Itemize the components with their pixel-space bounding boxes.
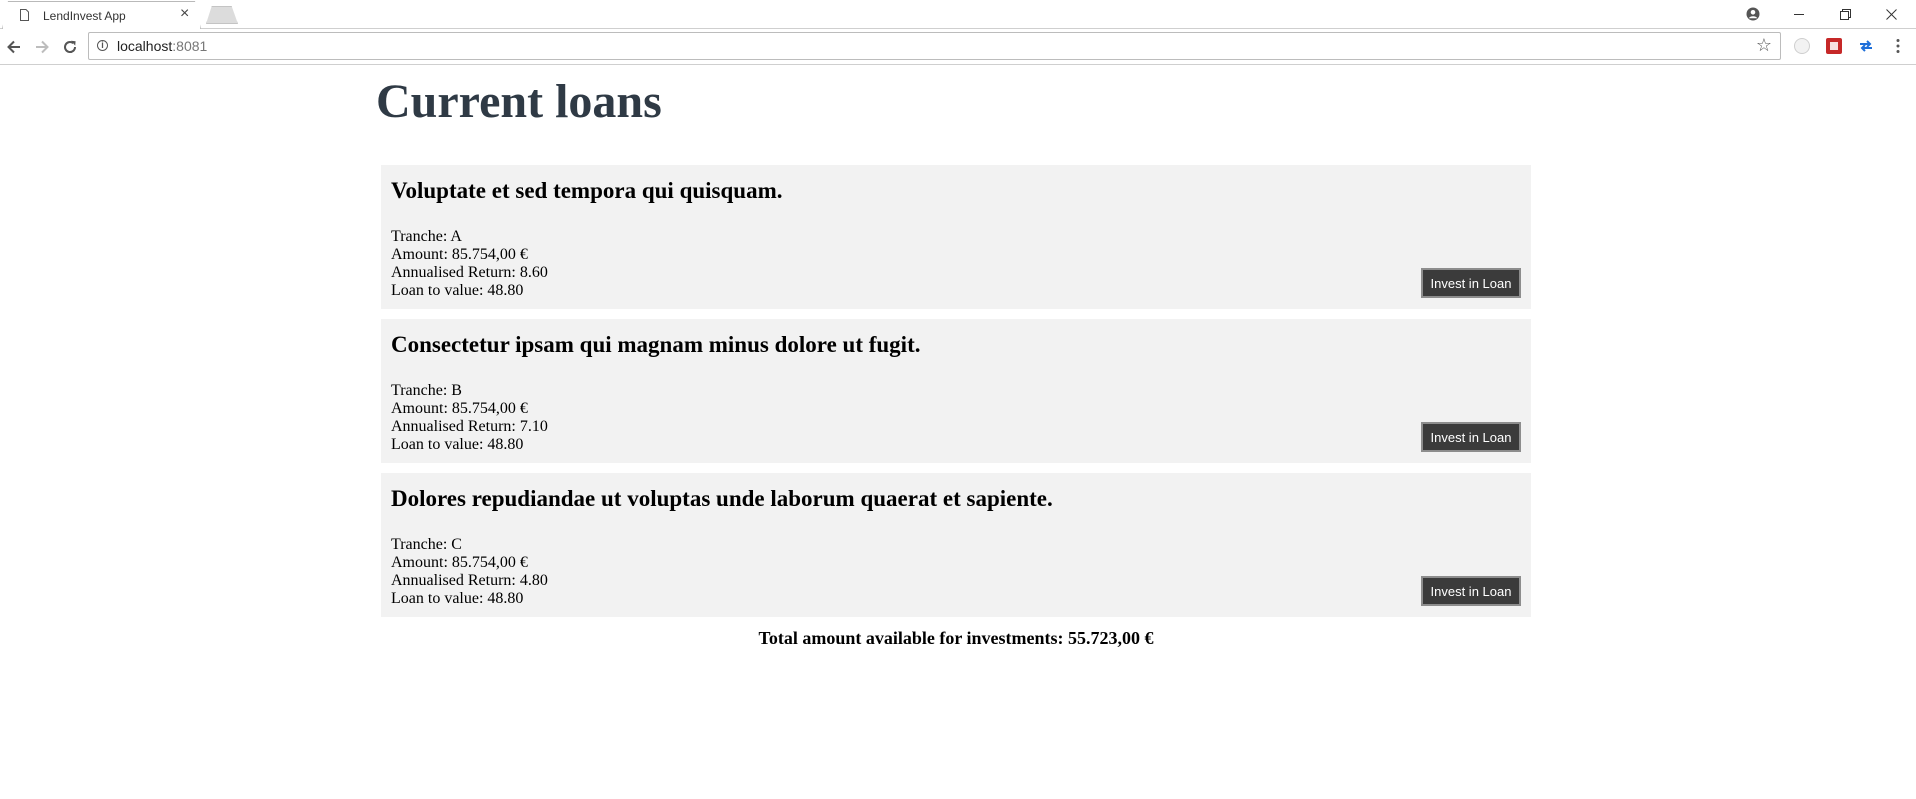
info-icon[interactable]: i	[97, 40, 108, 51]
loan-details: Tranche: A Amount: 85.754,00 € Annualise…	[391, 228, 548, 300]
loan-amount: Amount: 85.754,00 €	[391, 246, 528, 263]
loan-card: Voluptate et sed tempora qui quisquam. T…	[381, 165, 1531, 309]
browser-tab-bar: LendInvest App ×	[0, 0, 1916, 29]
loan-card: Consectetur ipsam qui magnam minus dolor…	[381, 319, 1531, 463]
browser-tab[interactable]: LendInvest App ×	[2, 1, 201, 29]
page-icon	[20, 9, 29, 21]
forward-button[interactable]	[31, 36, 53, 58]
loan-title: Dolores repudiandae ut voluptas unde lab…	[391, 486, 1053, 511]
arrow-left-icon	[7, 40, 20, 54]
back-button[interactable]	[3, 36, 25, 58]
browser-toolbar: i localhost:8081 ☆	[0, 29, 1916, 65]
loan-to-value: Loan to value: 48.80	[391, 282, 524, 299]
invest-in-loan-button[interactable]: Invest in Loan	[1421, 268, 1521, 298]
tab-close-icon[interactable]: ×	[180, 6, 189, 22]
loan-details: Tranche: B Amount: 85.754,00 € Annualise…	[391, 382, 548, 454]
loan-list: Voluptate et sed tempora qui quisquam. T…	[381, 165, 1531, 627]
loan-details: Tranche: C Amount: 85.754,00 € Annualise…	[391, 536, 548, 608]
arrow-right-icon	[36, 40, 49, 54]
loan-amount: Amount: 85.754,00 €	[391, 554, 528, 571]
minimize-window-button[interactable]	[1779, 3, 1819, 25]
extension-blue-icon[interactable]	[1857, 37, 1875, 55]
loan-annualised-return: Annualised Return: 7.10	[391, 418, 548, 435]
reload-icon	[64, 40, 77, 53]
loan-tranche: Tranche: B	[391, 382, 462, 399]
loan-tranche: Tranche: C	[391, 536, 462, 553]
loan-to-value: Loan to value: 48.80	[391, 436, 524, 453]
page-title: Current loans	[376, 75, 662, 128]
loan-title: Voluptate et sed tempora qui quisquam.	[391, 178, 783, 203]
loan-annualised-return: Annualised Return: 4.80	[391, 572, 548, 589]
url-text: localhost:8081	[117, 38, 208, 54]
restore-window-button[interactable]	[1825, 3, 1865, 25]
loan-annualised-return: Annualised Return: 8.60	[391, 264, 548, 281]
loan-tranche: Tranche: A	[391, 228, 462, 245]
invest-in-loan-button[interactable]: Invest in Loan	[1421, 422, 1521, 452]
close-window-button[interactable]	[1871, 3, 1911, 25]
total-available-amount: Total amount available for investments: …	[758, 628, 1154, 648]
kebab-menu-icon[interactable]	[1889, 37, 1907, 55]
extension-red-icon[interactable]	[1825, 37, 1843, 55]
loan-card: Dolores repudiandae ut voluptas unde lab…	[381, 473, 1531, 617]
reload-button[interactable]	[59, 36, 81, 58]
extension-grey-icon[interactable]	[1793, 37, 1811, 55]
loan-to-value: Loan to value: 48.80	[391, 590, 524, 607]
loan-title: Consectetur ipsam qui magnam minus dolor…	[391, 332, 921, 357]
address-bar[interactable]: i localhost:8081 ☆	[88, 32, 1781, 60]
tab-title: LendInvest App	[43, 9, 126, 23]
invest-in-loan-button[interactable]: Invest in Loan	[1421, 576, 1521, 606]
star-icon[interactable]: ☆	[1756, 35, 1772, 56]
new-tab-button[interactable]	[206, 6, 238, 24]
loan-amount: Amount: 85.754,00 €	[391, 400, 528, 417]
account-icon[interactable]	[1733, 3, 1773, 25]
